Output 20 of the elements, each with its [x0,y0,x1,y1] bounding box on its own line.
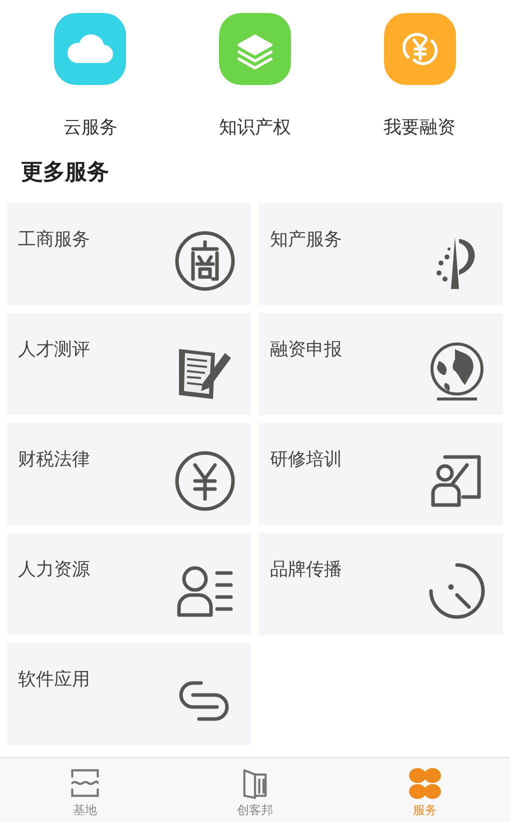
cloud-icon[interactable] [54,13,126,85]
clover-icon [408,766,442,800]
shortcut-label: 云服务 [63,116,118,139]
service-tile[interactable]: 品牌传播 [259,533,503,635]
service-tile[interactable]: 人才测评 [7,313,251,415]
shortcut-label: 我要融资 [384,116,456,139]
service-tile[interactable]: 人力资源 [7,533,251,635]
tray-icon [68,766,102,800]
service-tile[interactable]: 财税法律 [7,423,251,525]
books-icon[interactable] [218,13,291,85]
service-tile[interactable]: 工商服务 [7,203,251,305]
yen-cycle-icon[interactable] [384,13,456,85]
service-tile[interactable]: 研修培训 [259,423,503,525]
section-title: 更多服务 [21,159,110,187]
service-tile[interactable]: 融资申报 [259,313,503,415]
service-tile[interactable]: 知产服务 [259,203,503,305]
seal-icon [173,229,237,293]
yen-icon [173,449,237,513]
service-tile[interactable]: 软件应用 [7,643,251,745]
shortcut-label: 知识产权 [218,116,291,139]
